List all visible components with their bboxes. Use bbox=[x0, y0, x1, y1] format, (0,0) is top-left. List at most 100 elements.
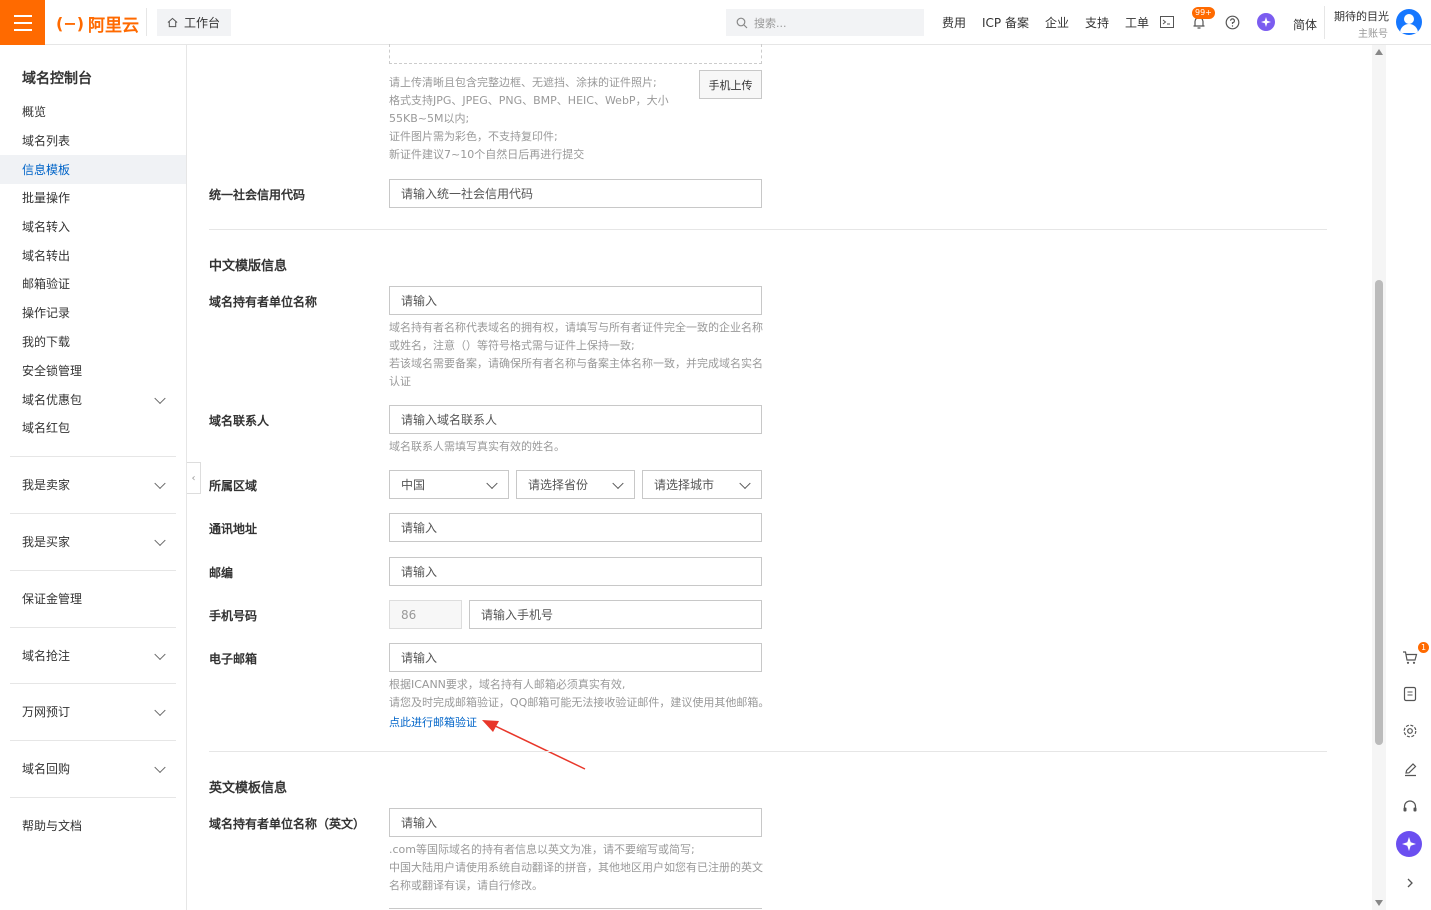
placeholder: 请选择城市 bbox=[654, 478, 715, 492]
hint-line: .com等国际域名的持有者信息以英文为准，请不要缩写或简写; bbox=[389, 843, 695, 856]
placeholder: 请选择省份 bbox=[528, 478, 589, 492]
nav-ticket[interactable]: 工单 bbox=[1125, 14, 1149, 31]
scroll-thumb[interactable] bbox=[1375, 280, 1383, 745]
sidebar-item-label: 操作记录 bbox=[22, 306, 71, 320]
home-icon bbox=[167, 17, 178, 28]
credit-code-input[interactable]: 请输入统一社会信用代码 bbox=[389, 179, 762, 208]
selected-value: 中国 bbox=[401, 478, 426, 492]
menu-button[interactable] bbox=[0, 0, 45, 45]
user-name[interactable]: 期待的目光 bbox=[1334, 8, 1389, 24]
email-input[interactable]: 请输入 bbox=[389, 643, 762, 672]
sidebar-item-transfer-in[interactable]: 域名转入 bbox=[0, 212, 186, 241]
mobile-upload-button[interactable]: 手机上传 bbox=[699, 70, 762, 99]
sidebar-group-seller[interactable]: 我是卖家 bbox=[0, 470, 186, 499]
divider bbox=[10, 683, 176, 684]
contact-hint: 域名联系人需填写真实有效的姓名。 bbox=[389, 440, 565, 453]
sidebar-item-label: 域名列表 bbox=[22, 134, 71, 148]
section-title-english: 英文模板信息 bbox=[209, 781, 288, 796]
sidebar-item-label: 域名转出 bbox=[22, 249, 71, 263]
edit-icon[interactable] bbox=[1398, 757, 1422, 781]
placeholder: 请输入 bbox=[401, 651, 438, 665]
divider bbox=[10, 797, 176, 798]
sidebar-item-downloads[interactable]: 我的下载 bbox=[0, 327, 186, 356]
sidebar-group-backorder[interactable]: 域名抢注 bbox=[0, 641, 186, 670]
sidebar: 域名控制台 概览 域名列表 信息模板 批量操作 域名转入 域名转出 邮箱验证 操… bbox=[0, 45, 187, 910]
scroll-up-arrow[interactable] bbox=[1375, 49, 1383, 55]
email-verify-link[interactable]: 点此进行邮箱验证 bbox=[389, 714, 477, 730]
workbench-label: 工作台 bbox=[184, 16, 221, 30]
address-input[interactable]: 请输入 bbox=[389, 513, 762, 542]
avatar[interactable] bbox=[1396, 9, 1422, 35]
placeholder: 请输入 bbox=[401, 565, 438, 579]
chevron-down-icon bbox=[154, 392, 166, 404]
sidebar-group-buyback[interactable]: 域名回购 bbox=[0, 754, 186, 783]
hint-line: 新证件建议7~10个自然日后再进行提交 bbox=[389, 148, 585, 161]
city-select[interactable]: 请选择城市 bbox=[642, 470, 762, 499]
sidebar-item-transfer-out[interactable]: 域名转出 bbox=[0, 241, 186, 270]
chevron-down-icon bbox=[154, 477, 166, 489]
sidebar-item-red-packet[interactable]: 域名红包 bbox=[0, 413, 186, 442]
sidebar-item-security-lock[interactable]: 安全锁管理 bbox=[0, 356, 186, 385]
chevron-down-icon bbox=[154, 648, 166, 660]
sidebar-group-label: 我是买家 bbox=[22, 535, 71, 549]
province-select[interactable]: 请选择省份 bbox=[516, 470, 635, 499]
phone-input[interactable]: 请输入手机号 bbox=[469, 600, 762, 629]
chevron-down-icon bbox=[154, 761, 166, 773]
holder-en-label: 域名持有者单位名称（英文） bbox=[209, 817, 366, 831]
upload-dropzone[interactable] bbox=[389, 44, 762, 64]
sidebar-item-overview[interactable]: 概览 bbox=[0, 97, 186, 126]
country-select[interactable]: 中国 bbox=[389, 470, 509, 499]
sidebar-item-label: 安全锁管理 bbox=[22, 364, 83, 378]
nav-support[interactable]: 支持 bbox=[1085, 14, 1109, 31]
notification-badge: 99+ bbox=[1192, 7, 1215, 19]
sidebar-group-label: 域名抢注 bbox=[22, 649, 71, 663]
divider bbox=[10, 570, 176, 571]
holder-input[interactable]: 请输入 bbox=[389, 286, 762, 315]
sidebar-item-domain-list[interactable]: 域名列表 bbox=[0, 126, 186, 155]
language-switch[interactable]: 简体 bbox=[1293, 16, 1317, 33]
sidebar-item-info-template[interactable]: 信息模板 bbox=[0, 155, 186, 184]
scrollbar[interactable] bbox=[1372, 45, 1386, 910]
chevron-down-icon bbox=[612, 477, 624, 489]
settings-icon[interactable] bbox=[1398, 719, 1422, 743]
holder-en-input[interactable]: 请输入 bbox=[389, 808, 762, 837]
sidebar-item-email-verify[interactable]: 邮箱验证 bbox=[0, 269, 186, 298]
sidebar-group-reservation[interactable]: 万网预订 bbox=[0, 697, 186, 726]
headset-icon[interactable] bbox=[1398, 795, 1422, 819]
ai-assistant-icon[interactable] bbox=[1396, 831, 1422, 857]
sidebar-item-operation-log[interactable]: 操作记录 bbox=[0, 298, 186, 327]
terminal-icon[interactable] bbox=[1159, 14, 1175, 30]
sidebar-item-batch[interactable]: 批量操作 bbox=[0, 183, 186, 212]
sidebar-title: 域名控制台 bbox=[22, 71, 92, 87]
placeholder: 请输入 bbox=[401, 816, 438, 830]
scroll-down-arrow[interactable] bbox=[1375, 900, 1383, 906]
chevron-down-icon bbox=[486, 477, 498, 489]
aliyun-logo[interactable]: (−) 阿里云 bbox=[56, 12, 139, 36]
contact-input[interactable]: 请输入域名联系人 bbox=[389, 405, 762, 434]
hint-line: 证件图片需为彩色，不支持复印件; bbox=[389, 130, 558, 143]
hint-line: 根据ICANN要求，域名持有人邮箱必须真实有效, bbox=[389, 678, 626, 691]
sidebar-group-help[interactable]: 帮助与文档 bbox=[0, 811, 186, 840]
search-input[interactable]: 搜索... bbox=[726, 9, 924, 36]
workbench-button[interactable]: 工作台 bbox=[157, 9, 231, 36]
email-label: 电子邮箱 bbox=[209, 652, 258, 666]
help-icon[interactable] bbox=[1224, 14, 1240, 30]
chevron-down-icon bbox=[154, 534, 166, 546]
sidebar-item-discount-pack[interactable]: 域名优惠包 bbox=[0, 385, 186, 414]
nav-enterprise[interactable]: 企业 bbox=[1045, 14, 1069, 31]
sidebar-group-deposit[interactable]: 保证金管理 bbox=[0, 584, 186, 613]
nav-billing[interactable]: 费用 bbox=[942, 14, 966, 31]
ai-assistant-icon[interactable] bbox=[1257, 13, 1275, 31]
postcode-input[interactable]: 请输入 bbox=[389, 557, 762, 586]
hint-line: 若该域名需要备案，请确保所有者名称与备案主体名称一致，并完成域名实名 bbox=[389, 357, 763, 370]
document-icon[interactable] bbox=[1398, 682, 1422, 706]
nav-icp[interactable]: ICP 备案 bbox=[982, 14, 1029, 31]
expand-icon[interactable] bbox=[1398, 871, 1422, 895]
hint-line: 中国大陆用户请使用系统自动翻译的拼音，其他地区用户如您有已注册的英文 bbox=[389, 861, 763, 874]
top-nav: 费用 ICP 备案 企业 支持 工单 bbox=[942, 0, 1165, 45]
annotation-arrow bbox=[482, 720, 586, 770]
sidebar-group-buyer[interactable]: 我是买家 bbox=[0, 527, 186, 556]
divider bbox=[1324, 6, 1325, 39]
hint-line: 认证 bbox=[389, 375, 411, 388]
main-content: 请上传清晰且包含完整边框、无遮挡、涂抹的证件照片; 格式支持JPG、JPEG、P… bbox=[187, 44, 1372, 910]
